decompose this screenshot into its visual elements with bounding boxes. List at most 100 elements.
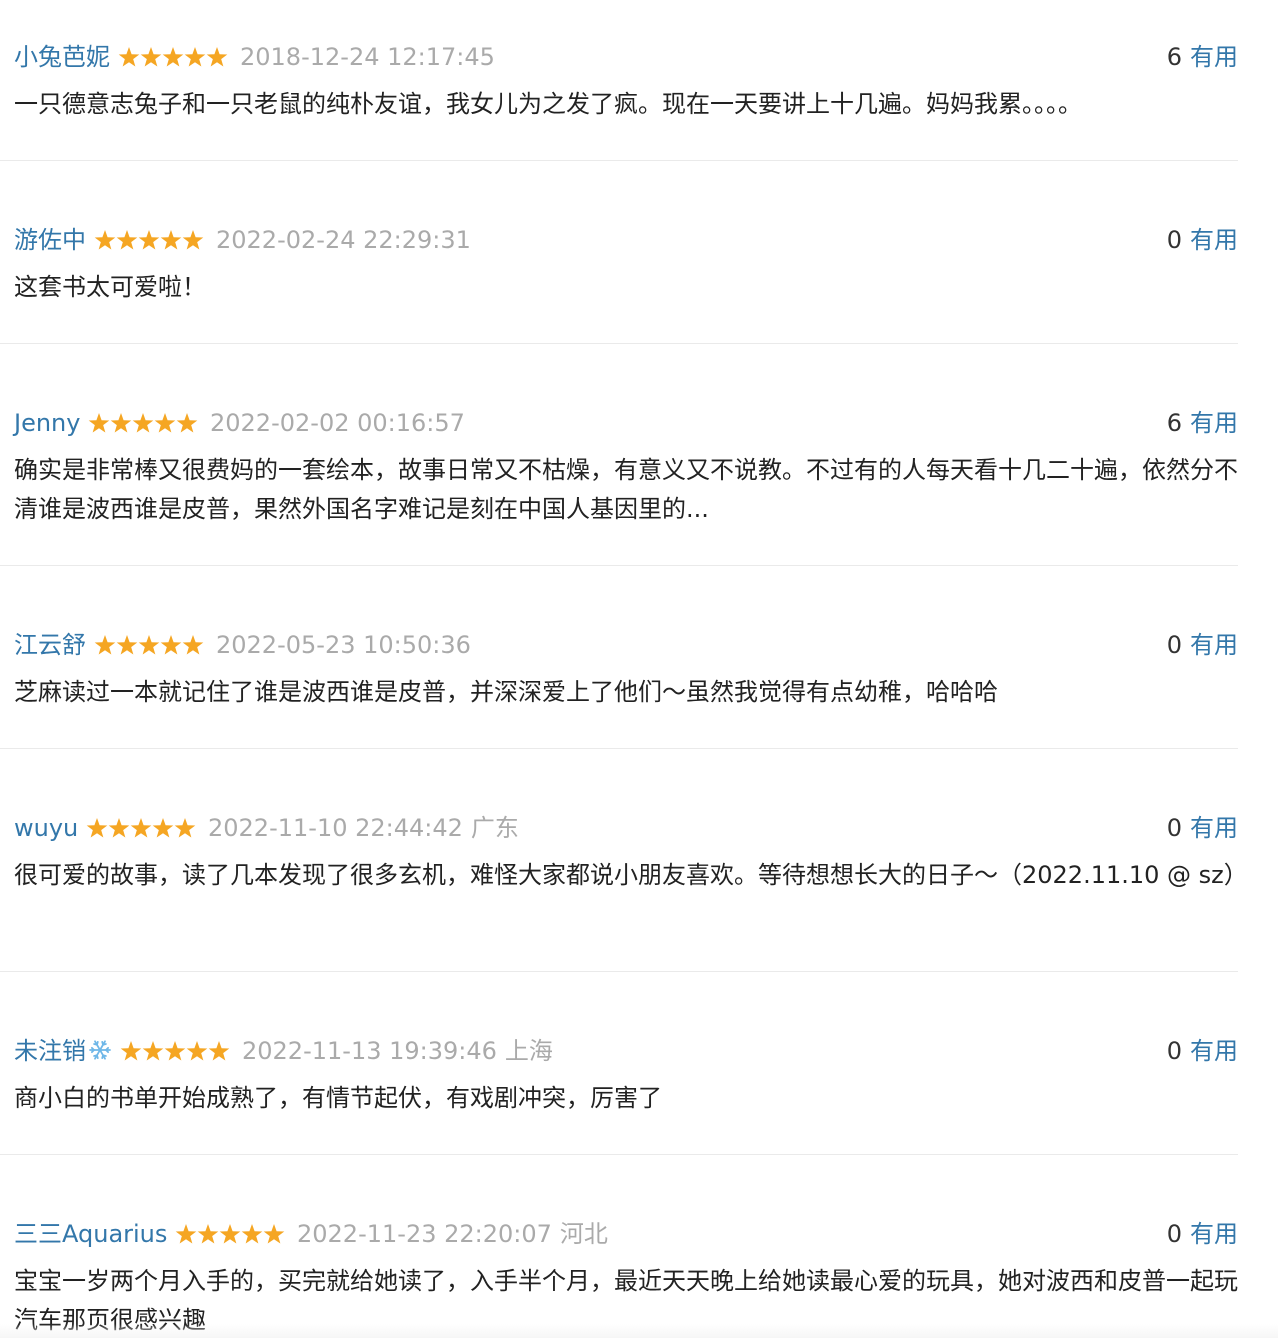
- comment-text: 商小白的书单开始成熟了，有情节起伏，有戏剧冲突，厉害了: [14, 1084, 662, 1112]
- comment-meta: 2022-11-10 22:44:42 广东: [86, 811, 519, 845]
- star-icon: [116, 230, 138, 250]
- comment-item: 三三Aquarius 2022-11-23 22:20:07 河北 0 有用 宝宝一岁两个…: [0, 1193, 1238, 1343]
- comment-location: 河北: [559, 1220, 608, 1248]
- comment-header: wuyu 2022-11-10 22:44:42 广东 0 有用: [14, 811, 1238, 847]
- comment-header: 江云舒 2022-05-23 10:50:36 0 有用: [14, 628, 1238, 664]
- star-icon: [174, 818, 196, 838]
- star-icon: [142, 1041, 164, 1061]
- rating-stars: [120, 1040, 230, 1062]
- star-icon: [160, 635, 182, 655]
- comment-time: 2022-05-23 10:50:36: [216, 631, 471, 659]
- comment-meta: 2022-11-13 19:39:46 上海: [120, 1034, 553, 1068]
- useful-button[interactable]: 有用: [1190, 226, 1238, 254]
- vote-area: 0 有用: [1167, 628, 1238, 662]
- user-name-link[interactable]: wuyu: [14, 811, 78, 845]
- vote-count: 0: [1166, 1037, 1182, 1065]
- vote-count: 6: [1166, 43, 1182, 71]
- vote-count: 0: [1166, 1220, 1182, 1248]
- vote-count: 6: [1166, 409, 1182, 437]
- comment-header: 三三Aquarius 2022-11-23 22:20:07 河北 0 有用: [14, 1217, 1238, 1253]
- user-name-link[interactable]: 游佐中: [14, 223, 86, 257]
- comment-item: 江云舒 2022-05-23 10:50:36 0 有用芝麻读过一本就记住了谁是波西谁…: [0, 604, 1238, 754]
- rating-stars: [118, 46, 228, 68]
- comment-time: 2018-12-24 12:17:45: [240, 43, 495, 71]
- comment-header: Jenny 2022-02-02 00:16:57 6 有用: [14, 406, 1238, 442]
- comment-time: 2022-11-13 19:39:46: [242, 1037, 497, 1065]
- comment-item: 小兔芭妮 2018-12-24 12:17:45 6 有用 一只德意志兔子和一只老鼠的纯…: [0, 16, 1238, 166]
- star-icon: [197, 1224, 219, 1244]
- comment-time: 2022-11-10 22:44:42: [208, 814, 463, 842]
- comment-divider: [0, 1154, 1238, 1155]
- snowflake-icon: [89, 1040, 111, 1060]
- star-icon: [88, 413, 110, 433]
- star-icon: [118, 47, 140, 67]
- comment-location: 广东: [470, 814, 519, 842]
- comment-text: 芝麻读过一本就记住了谁是波西谁是皮普，并深深爱上了他们～虽然我觉得有点幼稚，哈哈…: [14, 678, 998, 706]
- comment-time: 2022-11-23 22:20:07: [297, 1220, 552, 1248]
- vote-area: 0 有用: [1167, 1217, 1238, 1251]
- vote-area: 6 有用: [1167, 40, 1238, 74]
- vote-count: 0: [1166, 226, 1182, 254]
- star-icon: [110, 413, 132, 433]
- comment-divider: [0, 343, 1238, 344]
- rating-stars: [86, 817, 196, 839]
- vote-area: 6 有用: [1167, 406, 1238, 440]
- star-icon: [152, 818, 174, 838]
- rating-stars: [94, 229, 204, 251]
- comment-divider: [0, 971, 1238, 972]
- star-icon: [116, 635, 138, 655]
- star-icon: [186, 1041, 208, 1061]
- comment-item: wuyu 2022-11-10 22:44:42 广东 0 有用 很可爱的故事，读了几本发…: [0, 787, 1248, 937]
- star-icon: [94, 635, 116, 655]
- comment-meta: 2022-02-24 22:29:31: [94, 223, 471, 257]
- comment-header: 未注销 2022-11-13 19:39:46 上海 0 有用: [14, 1034, 1238, 1070]
- vote-count: 0: [1166, 631, 1182, 659]
- comment-location: 上海: [504, 1037, 553, 1065]
- star-icon: [86, 818, 108, 838]
- star-icon: [120, 1041, 142, 1061]
- user-name-link[interactable]: 三三Aquarius: [14, 1217, 167, 1251]
- user-name-link[interactable]: 未注销: [14, 1034, 112, 1068]
- star-icon: [162, 47, 184, 67]
- vote-area: 0 有用: [1167, 223, 1238, 257]
- star-icon: [138, 635, 160, 655]
- rating-stars: [94, 634, 204, 656]
- comment-meta: 2022-05-23 10:50:36: [94, 628, 471, 662]
- comment-divider: [0, 160, 1238, 161]
- star-icon: [175, 1224, 197, 1244]
- useful-button[interactable]: 有用: [1190, 1220, 1238, 1248]
- star-icon: [160, 230, 182, 250]
- star-icon: [208, 1041, 230, 1061]
- useful-button[interactable]: 有用: [1190, 1037, 1238, 1065]
- vote-area: 0 有用: [1167, 811, 1238, 845]
- star-icon: [184, 47, 206, 67]
- comment-meta: 2022-11-23 22:20:07 河北: [175, 1217, 608, 1251]
- useful-button[interactable]: 有用: [1190, 43, 1238, 71]
- comment-time: 2022-02-02 00:16:57: [210, 409, 465, 437]
- star-icon: [154, 413, 176, 433]
- useful-button[interactable]: 有用: [1190, 814, 1238, 842]
- useful-button[interactable]: 有用: [1190, 409, 1238, 437]
- star-icon: [130, 818, 152, 838]
- star-icon: [182, 230, 204, 250]
- comment-item: 游佐中 2022-02-24 22:29:31 0 有用 这套书太可爱啦！: [0, 199, 1238, 349]
- comment-divider: [0, 565, 1238, 566]
- star-icon: [241, 1224, 263, 1244]
- useful-button[interactable]: 有用: [1190, 631, 1238, 659]
- comment-header: 游佐中 2022-02-24 22:29:31 0 有用: [14, 223, 1238, 259]
- star-icon: [140, 47, 162, 67]
- user-name-link[interactable]: 小兔芭妮: [14, 40, 110, 74]
- star-icon: [94, 230, 116, 250]
- user-name-link[interactable]: 江云舒: [14, 628, 86, 662]
- star-icon: [206, 47, 228, 67]
- star-icon: [176, 413, 198, 433]
- comment-header: 小兔芭妮 2018-12-24 12:17:45 6 有用: [14, 40, 1238, 76]
- user-name-link[interactable]: Jenny: [14, 406, 80, 440]
- vote-area: 0 有用: [1167, 1034, 1238, 1068]
- star-icon: [138, 230, 160, 250]
- vote-count: 0: [1166, 814, 1182, 842]
- star-icon: [263, 1224, 285, 1244]
- star-icon: [108, 818, 130, 838]
- comment-item: 未注销 2022-11-13 19:39:46 上海 0 有用 商小白的书单开始成熟了，有…: [0, 1010, 1238, 1160]
- comment-meta: 2022-02-02 00:16:57: [88, 406, 465, 440]
